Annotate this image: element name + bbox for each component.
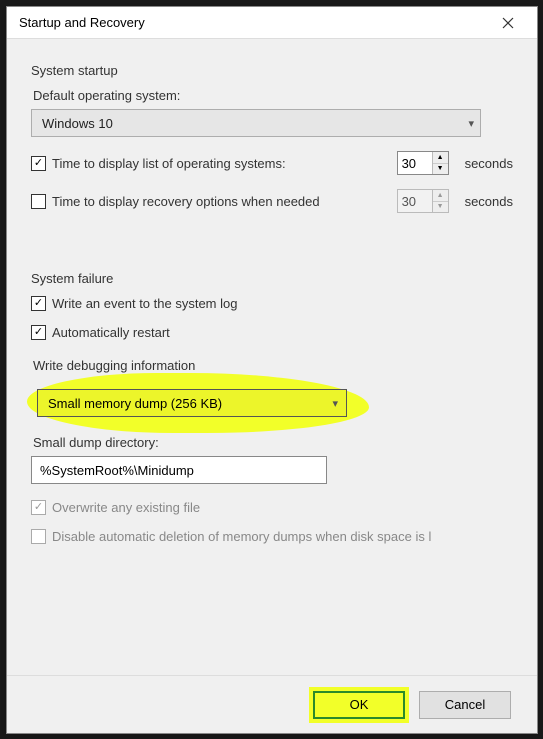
cancel-button[interactable]: Cancel bbox=[419, 691, 511, 719]
chevron-down-icon: ▾ bbox=[332, 397, 338, 410]
debug-info-label: Write debugging information bbox=[33, 358, 513, 373]
chevron-down-icon: ▾ bbox=[468, 117, 474, 130]
display-recovery-spinner: ▲▼ bbox=[397, 189, 449, 213]
write-log-row: ✓ Write an event to the system log bbox=[31, 296, 513, 311]
auto-restart-row: ✓ Automatically restart bbox=[31, 325, 513, 340]
debug-info-value: Small memory dump (256 KB) bbox=[48, 396, 332, 411]
system-startup-heading: System startup bbox=[31, 63, 513, 78]
display-os-list-unit: seconds bbox=[465, 156, 513, 171]
chevron-up-icon[interactable]: ▲ bbox=[433, 152, 448, 164]
dialog-content: System startup Default operating system:… bbox=[7, 39, 537, 675]
debug-select-highlight: Small memory dump (256 KB) ▾ bbox=[31, 379, 513, 433]
default-os-value: Windows 10 bbox=[42, 116, 468, 131]
window-title: Startup and Recovery bbox=[19, 15, 487, 30]
close-button[interactable] bbox=[487, 8, 529, 38]
chevron-down-icon: ▼ bbox=[433, 202, 448, 213]
disable-delete-label: Disable automatic deletion of memory dum… bbox=[52, 529, 513, 544]
dump-dir-label: Small dump directory: bbox=[33, 435, 513, 450]
write-log-checkbox[interactable]: ✓ bbox=[31, 296, 46, 311]
display-recovery-label: Time to display recovery options when ne… bbox=[52, 194, 383, 209]
dialog-footer: OK Cancel bbox=[7, 675, 537, 733]
chevron-up-icon: ▲ bbox=[433, 190, 448, 202]
display-os-list-checkbox[interactable]: ✓ bbox=[31, 156, 46, 171]
default-os-label: Default operating system: bbox=[33, 88, 513, 103]
overwrite-row: ✓ Overwrite any existing file bbox=[31, 500, 513, 515]
display-os-list-value[interactable] bbox=[398, 152, 432, 174]
ok-button[interactable]: OK bbox=[313, 691, 405, 719]
overwrite-checkbox: ✓ bbox=[31, 500, 46, 515]
startup-recovery-dialog: Startup and Recovery System startup Defa… bbox=[6, 6, 538, 734]
default-os-select[interactable]: Windows 10 ▾ bbox=[31, 109, 481, 137]
disable-delete-row: Disable automatic deletion of memory dum… bbox=[31, 529, 513, 544]
display-os-list-spinner[interactable]: ▲▼ bbox=[397, 151, 449, 175]
auto-restart-checkbox[interactable]: ✓ bbox=[31, 325, 46, 340]
write-log-label: Write an event to the system log bbox=[52, 296, 513, 311]
dump-dir-input[interactable] bbox=[31, 456, 327, 484]
display-recovery-unit: seconds bbox=[465, 194, 513, 209]
debug-info-select[interactable]: Small memory dump (256 KB) ▾ bbox=[37, 389, 347, 417]
display-recovery-checkbox[interactable] bbox=[31, 194, 46, 209]
titlebar: Startup and Recovery bbox=[7, 7, 537, 39]
chevron-down-icon[interactable]: ▼ bbox=[433, 164, 448, 175]
system-failure-heading: System failure bbox=[31, 271, 513, 286]
auto-restart-label: Automatically restart bbox=[52, 325, 513, 340]
spinner-arrows[interactable]: ▲▼ bbox=[432, 152, 448, 174]
display-os-list-row: ✓ Time to display list of operating syst… bbox=[31, 151, 513, 175]
disable-delete-checkbox bbox=[31, 529, 46, 544]
display-recovery-row: Time to display recovery options when ne… bbox=[31, 189, 513, 213]
display-recovery-value bbox=[398, 190, 432, 212]
spinner-arrows: ▲▼ bbox=[432, 190, 448, 212]
display-os-list-label: Time to display list of operating system… bbox=[52, 156, 383, 171]
overwrite-label: Overwrite any existing file bbox=[52, 500, 513, 515]
